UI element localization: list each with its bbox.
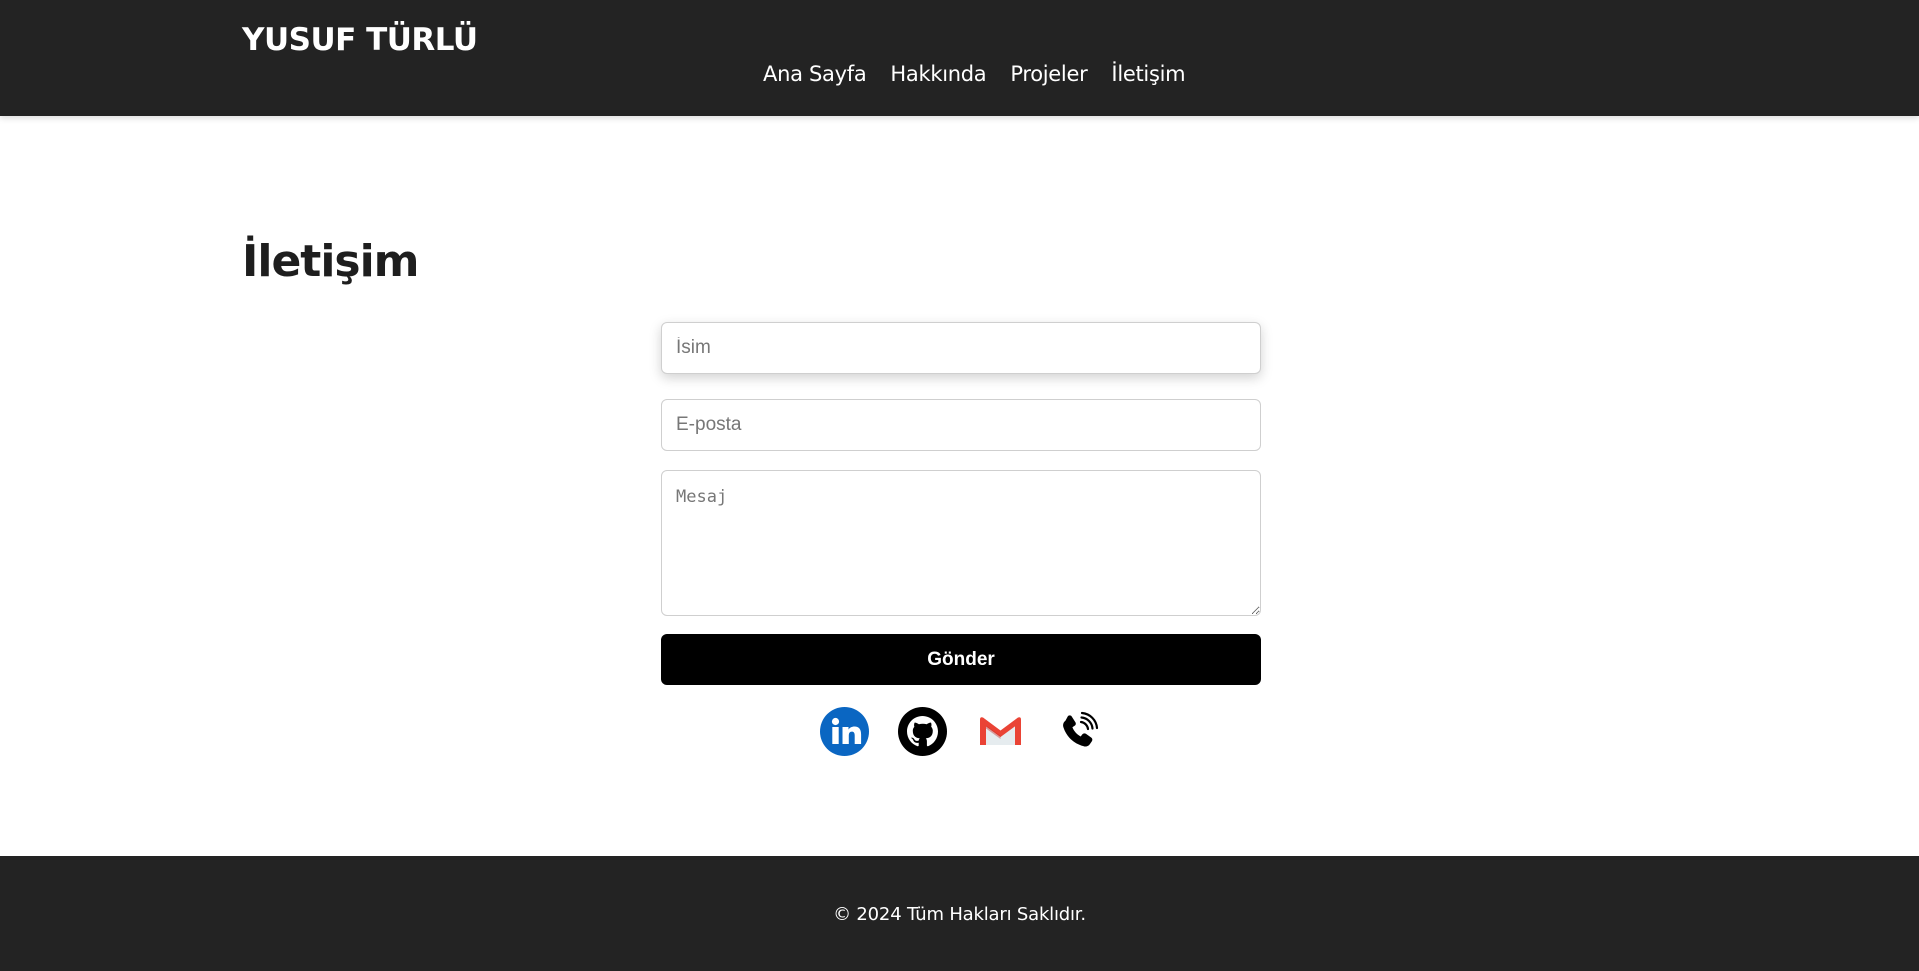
page-title: İletişim — [242, 236, 420, 287]
copyright-text: © 2024 Tüm Hakları Saklıdır. — [833, 904, 1086, 925]
nav-link-contact[interactable]: İletişim — [1111, 62, 1185, 86]
site-logo-text[interactable]: YUSUF TÜRLÜ — [242, 22, 478, 58]
nav-link-about[interactable]: Hakkında — [890, 62, 986, 86]
site-footer: © 2024 Tüm Hakları Saklıdır. — [0, 856, 1919, 971]
github-link[interactable] — [898, 707, 947, 756]
phone-icon — [1063, 711, 1099, 747]
submit-button[interactable]: Gönder — [661, 634, 1261, 685]
gmail-link[interactable] — [976, 707, 1025, 756]
phone-link[interactable] — [1054, 707, 1103, 756]
nav-link-home[interactable]: Ana Sayfa — [763, 62, 867, 86]
name-input[interactable] — [661, 322, 1261, 374]
main-nav: Ana Sayfa Hakkında Projeler İletişim — [763, 62, 1186, 86]
github-icon — [898, 707, 947, 756]
contact-form: Gönder — [661, 322, 1261, 685]
site-header: YUSUF TÜRLÜ Ana Sayfa Hakkında Projeler … — [0, 0, 1919, 116]
email-input[interactable] — [661, 399, 1261, 451]
message-textarea[interactable] — [661, 470, 1261, 616]
linkedin-icon — [820, 707, 869, 756]
social-links — [820, 707, 1103, 756]
nav-link-projects[interactable]: Projeler — [1010, 62, 1087, 86]
gmail-icon — [980, 717, 1021, 745]
linkedin-link[interactable] — [820, 707, 869, 756]
